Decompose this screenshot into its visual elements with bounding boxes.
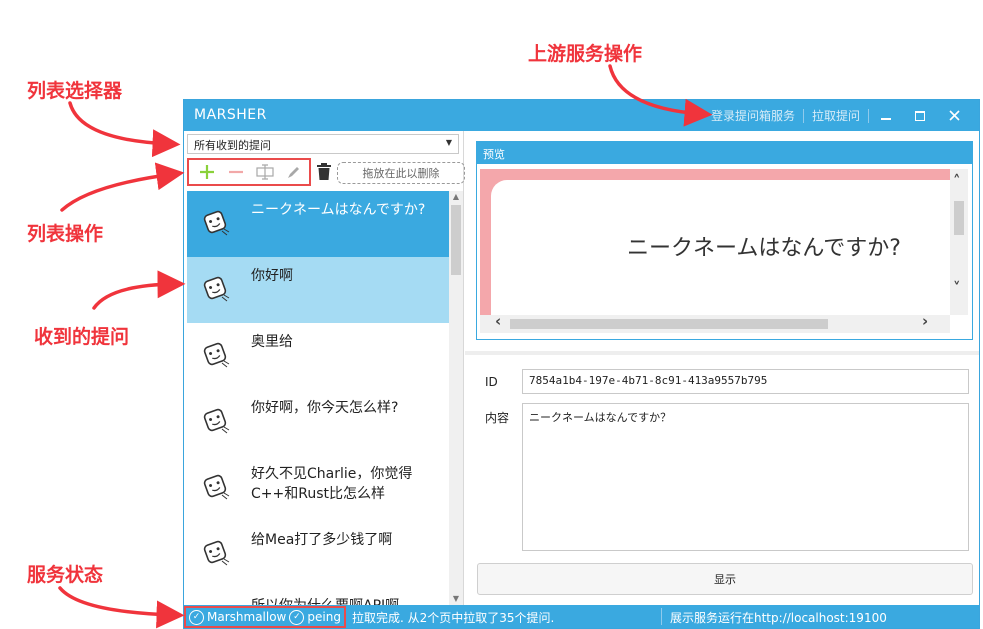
rename-icon[interactable] xyxy=(251,160,280,184)
list-item[interactable]: 你好啊 xyxy=(187,257,449,323)
list-item-text: 奥里给 xyxy=(251,334,293,350)
id-field[interactable]: 7854a1b4-197e-4b71-8c91-413a9557b795 xyxy=(522,369,969,394)
list-item-text: 所以你为什么要啊API啊 xyxy=(251,596,436,605)
content-label: 内容 xyxy=(485,411,510,425)
upstream-actions: 登录提问箱服务 拉取提问 xyxy=(703,100,971,131)
marshmallow-icon xyxy=(200,273,230,303)
preview-vertical-scrollbar[interactable]: ˄ ˅ xyxy=(950,169,968,315)
chevron-right-icon[interactable]: › xyxy=(922,312,928,330)
list-item-text: 你好啊，你今天怎么样? xyxy=(251,400,399,416)
list-selector[interactable]: 所有收到的提问 ▼ xyxy=(187,134,459,154)
scroll-down-icon[interactable]: ▼ xyxy=(449,593,463,605)
service-name: Marshmallow xyxy=(207,610,287,624)
list-selector-value: 所有收到的提问 xyxy=(194,139,271,152)
edit-icon[interactable] xyxy=(280,160,309,184)
question-list-pane: 所有收到的提问 ▼ 拖放在此以删除 ニークネームはなんですか? 你好啊 奥里给 … xyxy=(184,131,465,605)
content-field[interactable]: ニークネームはなんですか？ xyxy=(522,403,969,551)
list-item-text: 好久不见Charlie，你觉得C++和Rust比怎么样 xyxy=(251,466,413,502)
preview-horizontal-scrollbar[interactable]: ‹ › xyxy=(480,312,950,333)
preview-card: ニークネームはなんですか? xyxy=(491,180,961,315)
annotation-list-selector: 列表选择器 xyxy=(27,80,123,102)
marshmallow-icon xyxy=(200,471,230,501)
login-link[interactable]: 登录提问箱服务 xyxy=(703,107,803,124)
list-item-text: 给Mea打了多少钱了啊 xyxy=(251,532,393,548)
service-name: peing xyxy=(307,610,341,624)
pane-divider xyxy=(465,351,979,355)
list-item[interactable]: 所以你为什么要啊API啊 xyxy=(187,587,449,605)
list-item[interactable]: ニークネームはなんですか? xyxy=(187,191,449,257)
preview-vscroll-thumb[interactable] xyxy=(954,201,964,235)
marshmallow-icon xyxy=(200,405,230,435)
check-icon: ✓ xyxy=(189,609,204,625)
annotation-received-questions: 收到的提问 xyxy=(34,326,130,348)
status-bar: ✓ Marshmallow ✓ peing 拉取完成. 从2个页中拉取了35个提… xyxy=(184,605,979,628)
preview-canvas: ニークネームはなんですか? xyxy=(480,169,961,315)
preview-question-text: ニークネームはなんですか? xyxy=(627,236,901,261)
maximize-icon[interactable] xyxy=(903,100,937,131)
chevron-down-icon: ▼ xyxy=(445,138,452,147)
annotation-list-actions: 列表操作 xyxy=(27,223,104,245)
detail-pane: 预览 ニークネームはなんですか? ˄ ˅ ‹ › ID 7854a1b4-197… xyxy=(465,131,979,605)
app-title: MARSHER xyxy=(194,107,267,123)
fetch-questions-link[interactable]: 拉取提问 xyxy=(804,107,868,124)
list-item[interactable]: 好久不见Charlie，你觉得C++和Rust比怎么样 xyxy=(187,455,449,521)
status-message: 拉取完成. 从2个页中拉取了35个提问. xyxy=(352,611,555,625)
service-peing: ✓ peing xyxy=(289,609,341,625)
id-label: ID xyxy=(485,375,498,389)
list-scrollbar[interactable]: ▲ ▼ xyxy=(449,191,463,605)
list-scroll-thumb[interactable] xyxy=(451,205,461,275)
list-action-group xyxy=(187,158,311,186)
status-separator xyxy=(661,608,662,625)
trash-icon xyxy=(317,163,331,181)
remove-icon[interactable] xyxy=(221,160,250,184)
chevron-up-icon[interactable]: ˄ xyxy=(953,172,961,190)
preview-hscroll-thumb[interactable] xyxy=(510,319,828,329)
server-status: 展示服务运行在http://localhost:19100 xyxy=(670,611,887,625)
list-item[interactable]: 你好啊，你今天怎么样? xyxy=(187,389,449,455)
app-window: MARSHER 登录提问箱服务 拉取提问 所有收到的提问 ▼ 拖放在此以删除 ニ… xyxy=(183,99,980,629)
marshmallow-icon xyxy=(200,207,230,237)
annotation-service-status: 服务状态 xyxy=(27,564,104,586)
list-item-text: ニークネームはなんですか? xyxy=(251,202,426,218)
minimize-icon[interactable] xyxy=(869,100,903,131)
add-icon[interactable] xyxy=(192,160,221,184)
list-item[interactable]: 给Mea打了多少钱了啊 xyxy=(187,521,449,587)
list-item-text: 你好啊 xyxy=(251,268,293,284)
delete-drop-zone[interactable]: 拖放在此以删除 xyxy=(337,162,465,184)
marshmallow-icon xyxy=(200,537,230,567)
chevron-down-icon[interactable]: ˅ xyxy=(953,279,961,297)
close-icon[interactable] xyxy=(937,100,971,131)
service-marshmallow: ✓ Marshmallow xyxy=(189,609,287,625)
marshmallow-icon xyxy=(200,339,230,369)
service-status: ✓ Marshmallow ✓ peing xyxy=(184,606,346,628)
preview-header: 预览 xyxy=(477,142,972,164)
question-list: ニークネームはなんですか? 你好啊 奥里给 你好啊，你今天怎么样? 好久不见Ch… xyxy=(187,191,449,605)
check-icon: ✓ xyxy=(289,609,305,625)
preview-panel: 预览 ニークネームはなんですか? ˄ ˅ ‹ › xyxy=(476,141,973,340)
list-item[interactable]: 奥里给 xyxy=(187,323,449,389)
scroll-up-icon[interactable]: ▲ xyxy=(449,191,463,203)
show-button[interactable]: 显示 xyxy=(477,563,973,595)
annotation-upstream-actions: 上游服务操作 xyxy=(528,43,643,65)
title-bar[interactable]: MARSHER 登录提问箱服务 拉取提问 xyxy=(184,100,979,131)
chevron-left-icon[interactable]: ‹ xyxy=(495,312,501,330)
list-actions: 拖放在此以删除 xyxy=(187,158,465,186)
